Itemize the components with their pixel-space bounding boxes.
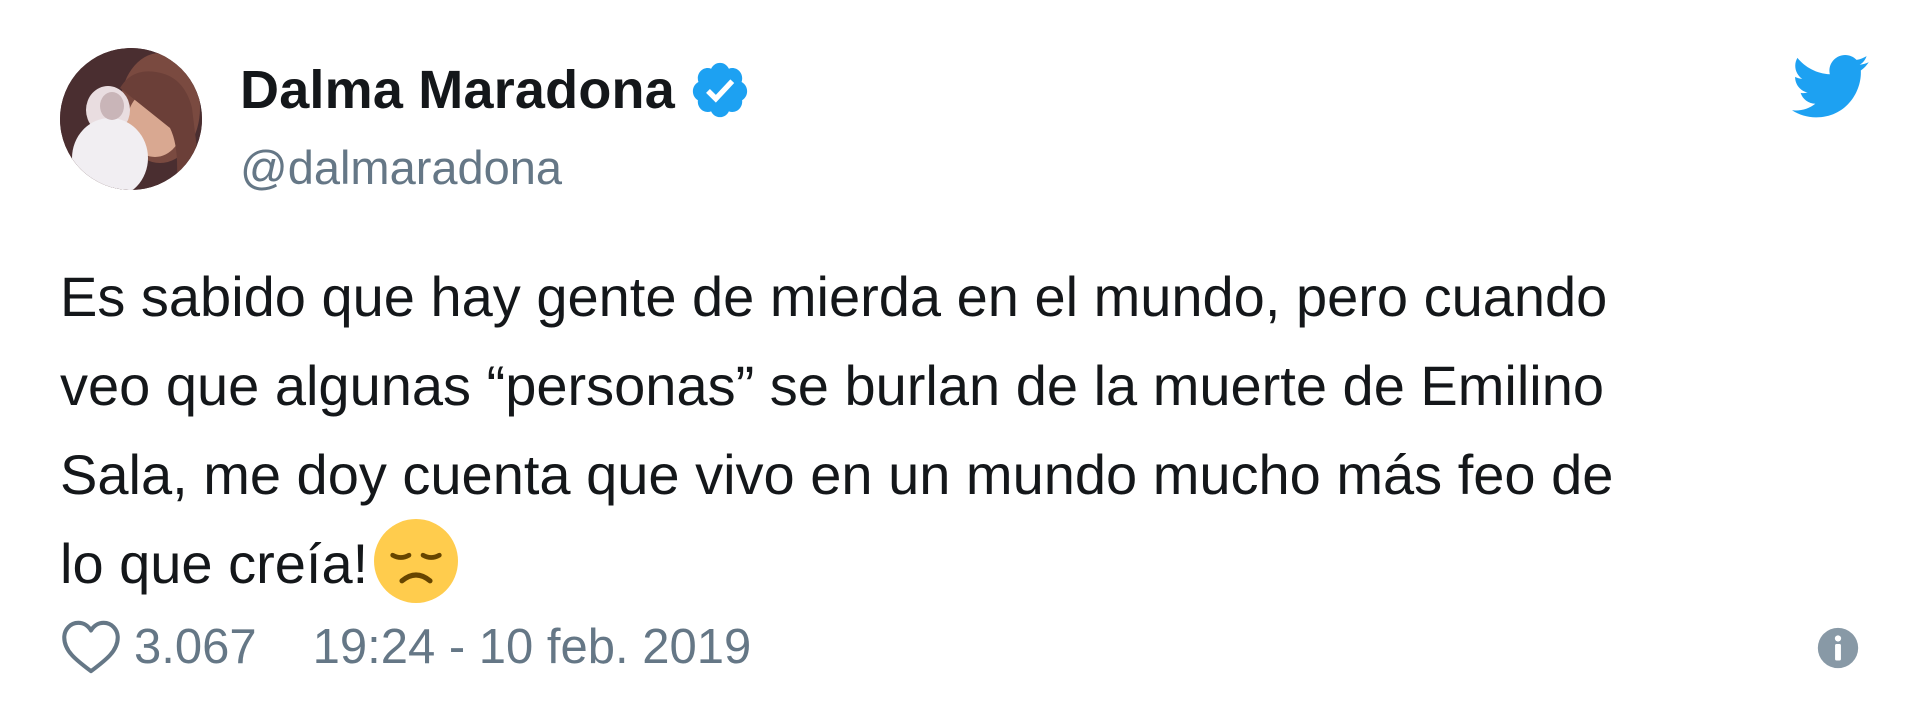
verified-badge-icon (689, 59, 751, 121)
like-count: 3.067 (134, 620, 257, 674)
author-name-row: Dalma Maradona (240, 50, 751, 130)
tweet-text: Es sabido que hay gente de mierda en el … (60, 252, 1880, 608)
info-icon[interactable] (1816, 626, 1860, 670)
avatar-image (60, 48, 202, 190)
author-block: Dalma Maradona @dalmaradona (240, 50, 751, 195)
author-handle[interactable]: @dalmaradona (240, 140, 751, 195)
disappointed-face-emoji (374, 519, 459, 603)
heart-icon[interactable] (60, 619, 122, 675)
tweet-text-body: Es sabido que hay gente de mierda en el … (60, 265, 1614, 595)
avatar[interactable] (60, 48, 202, 190)
tweet-footer: 3.067 19:24 - 10 feb. 2019 (60, 612, 751, 682)
author-name[interactable]: Dalma Maradona (240, 59, 675, 121)
tweet-timestamp[interactable]: 19:24 - 10 feb. 2019 (313, 619, 752, 675)
twitter-bird-icon[interactable] (1792, 54, 1870, 120)
tweet-card: Dalma Maradona @dalmaradona Es sabido qu… (0, 0, 1920, 708)
